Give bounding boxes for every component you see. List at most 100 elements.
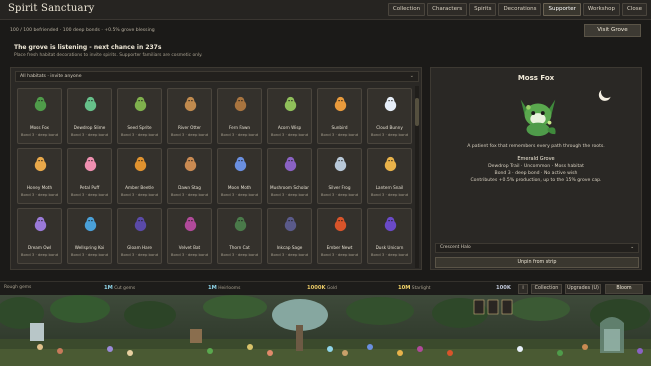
spirit-card[interactable]: Seed Sprite Bond 3 · deep bond xyxy=(117,88,162,144)
spirit-name: Inkcap Sage xyxy=(276,245,303,250)
spirit-name: Silver Frog xyxy=(328,185,351,190)
spirit-bond: Bond 3 · deep bond xyxy=(20,252,59,257)
res-bloom-points: 100K xyxy=(496,285,511,291)
snail-icon xyxy=(384,156,397,172)
spirit-bond: Bond 3 · deep bond xyxy=(320,252,359,257)
detail-bond: Bond 3 · deep bond · No active wish xyxy=(494,171,578,176)
spirit-name: Velvet Bat xyxy=(178,245,201,250)
spirit-card[interactable]: Dream Owl Bond 3 · deep bond xyxy=(17,208,62,264)
spirit-card[interactable]: Sunbird Bond 3 · deep bond xyxy=(317,88,362,144)
spirit-card[interactable]: Acorn Wisp Bond 3 · deep bond xyxy=(267,88,312,144)
spirit-card[interactable]: Petal Puff Bond 3 · deep bond xyxy=(67,148,112,204)
spirit-card[interactable]: Ember Newt Bond 3 · deep bond xyxy=(317,208,362,264)
spirit-bond: Bond 3 · deep bond xyxy=(170,192,209,197)
spirit-card[interactable]: Silver Frog Bond 3 · deep bond xyxy=(317,148,362,204)
spirit-card[interactable]: Gloam Hare Bond 3 · deep bond xyxy=(117,208,162,264)
spirit-bond: Bond 3 · deep bond xyxy=(370,192,409,197)
stag-icon xyxy=(184,156,197,172)
spirit-card[interactable]: Dusk Unicorn Bond 3 · deep bond xyxy=(367,208,412,264)
detail-description: A patient fox that remembers every path … xyxy=(467,144,605,149)
spirit-card[interactable]: Honey Moth Bond 3 · deep bond xyxy=(17,148,62,204)
spirit-bond: Bond 3 · deep bond xyxy=(220,252,259,257)
otter-icon xyxy=(184,96,197,112)
res-rough-gems-label: Rough gems xyxy=(4,285,32,290)
spirit-card[interactable]: Amber Beetle Bond 3 · deep bond xyxy=(117,148,162,204)
koi-icon xyxy=(84,216,97,232)
moth-icon xyxy=(234,156,247,172)
sprout-icon xyxy=(134,96,147,112)
unpin-button[interactable]: Unpin from strip xyxy=(435,257,639,268)
spirit-card[interactable]: Wellspring Koi Bond 3 · deep bond xyxy=(67,208,112,264)
spirit-card[interactable]: Mushroom Scholar Bond 3 · deep bond xyxy=(267,148,312,204)
tab-workshop[interactable]: Workshop xyxy=(582,3,621,16)
spirit-bond: Bond 3 · deep bond xyxy=(220,132,259,137)
spirit-card[interactable]: Dawn Stag Bond 3 · deep bond xyxy=(167,148,212,204)
spirit-name: Petal Puff xyxy=(79,185,100,190)
notice-subtitle: Place fresh habitat decorations to invit… xyxy=(14,53,203,58)
habitat-filter-select[interactable]: All habitats · invite anyone ⌄ xyxy=(15,71,419,82)
halo-select[interactable]: Crescent Halo ⌄ xyxy=(435,243,639,253)
spirit-bond: Bond 3 · deep bond xyxy=(20,192,59,197)
close-button[interactable]: Close xyxy=(622,3,647,16)
collection-button[interactable]: Collection xyxy=(531,284,562,294)
detail-habitat: Emerald Grove xyxy=(517,156,555,162)
spirit-card[interactable]: Moon Moth Bond 3 · deep bond xyxy=(217,148,262,204)
acorn-icon xyxy=(284,96,297,112)
chevron-down-icon: ⌄ xyxy=(630,245,634,250)
spirit-name: Moon Moth xyxy=(227,185,252,190)
hare-icon xyxy=(134,216,147,232)
spirit-card[interactable]: Moss Fox Bond 3 · deep bond xyxy=(17,88,62,144)
spirit-card[interactable]: Inkcap Sage Bond 3 · deep bond xyxy=(267,208,312,264)
spirit-grid: Moss Fox Bond 3 · deep bond Dewdrop Slime B… xyxy=(17,88,415,264)
resource-bar: Rough gems 1M Cut gems 1M Heirlooms 1000… xyxy=(0,281,651,295)
cat-icon xyxy=(234,216,247,232)
sanctuary-scene xyxy=(0,295,651,366)
spirit-bond: Bond 3 · deep bond xyxy=(270,132,309,137)
res-starlight: 10M Starlight xyxy=(398,285,431,291)
visit-grove-button[interactable]: Visit Grove xyxy=(584,24,641,37)
tab-collection[interactable]: Collection xyxy=(387,3,426,16)
status-line: 100 / 100 befriended · 100 deep bonds · … xyxy=(10,28,155,33)
spirit-name: Lantern Snail xyxy=(375,185,404,190)
spirit-bond: Bond 3 · deep bond xyxy=(20,132,59,137)
spirit-card[interactable]: Velvet Bat Bond 3 · deep bond xyxy=(167,208,212,264)
spirit-card[interactable]: Fern Fawn Bond 3 · deep bond xyxy=(217,88,262,144)
spirit-bond: Bond 3 · deep bond xyxy=(320,192,359,197)
bunny-icon xyxy=(384,96,397,112)
spirit-card[interactable]: Thorn Cat Bond 3 · deep bond xyxy=(217,208,262,264)
bloom-button[interactable]: Bloom xyxy=(605,284,643,294)
tab-bar: Collection Characters Spirits Decoration… xyxy=(387,3,647,16)
info-button[interactable]: i xyxy=(518,284,528,294)
upgrades-button[interactable]: Upgrades (U) xyxy=(565,284,601,294)
spirit-name: Dream Owl xyxy=(27,245,52,250)
spirit-name: Amber Beetle xyxy=(125,185,154,190)
spirit-name: Dusk Unicorn xyxy=(375,245,404,250)
flower-icon xyxy=(84,156,97,172)
scrollbar-thumb[interactable] xyxy=(415,98,419,126)
detail-title: Moss Fox xyxy=(517,74,555,82)
spirit-card[interactable]: Lantern Snail Bond 3 · deep bond xyxy=(367,148,412,204)
moon-icon xyxy=(599,84,614,99)
fawn-icon xyxy=(234,96,247,112)
spirit-bond: Bond 3 · deep bond xyxy=(370,132,409,137)
tab-spirits[interactable]: Spirits xyxy=(469,3,497,16)
spirit-detail-panel: Moss Fox A patient fox that remembers ev… xyxy=(430,67,642,270)
spirit-card[interactable]: River Otter Bond 3 · deep bond xyxy=(167,88,212,144)
spirit-bond: Bond 3 · deep bond xyxy=(70,252,109,257)
spirit-name: Seed Sprite xyxy=(127,125,152,130)
spirit-name: Mushroom Scholar xyxy=(270,185,309,190)
filter-label: All habitats · invite anyone xyxy=(20,74,82,79)
tab-supporter[interactable]: Supporter xyxy=(543,3,581,16)
tab-characters[interactable]: Characters xyxy=(427,3,468,16)
spirit-name: River Otter xyxy=(177,125,202,130)
spirit-card[interactable]: Dewdrop Slime Bond 3 · deep bond xyxy=(67,88,112,144)
unicorn-icon xyxy=(384,216,397,232)
tab-decorations[interactable]: Decorations xyxy=(498,3,542,16)
grid-scrollbar[interactable] xyxy=(415,86,419,268)
spirit-name: Acorn Wisp xyxy=(277,125,302,130)
spirit-bond: Bond 3 · deep bond xyxy=(320,132,359,137)
frog-icon xyxy=(334,156,347,172)
spirit-name: Cloud Bunny xyxy=(376,125,403,130)
halo-label: Crescent Halo xyxy=(440,245,471,250)
spirit-card[interactable]: Cloud Bunny Bond 3 · deep bond xyxy=(367,88,412,144)
